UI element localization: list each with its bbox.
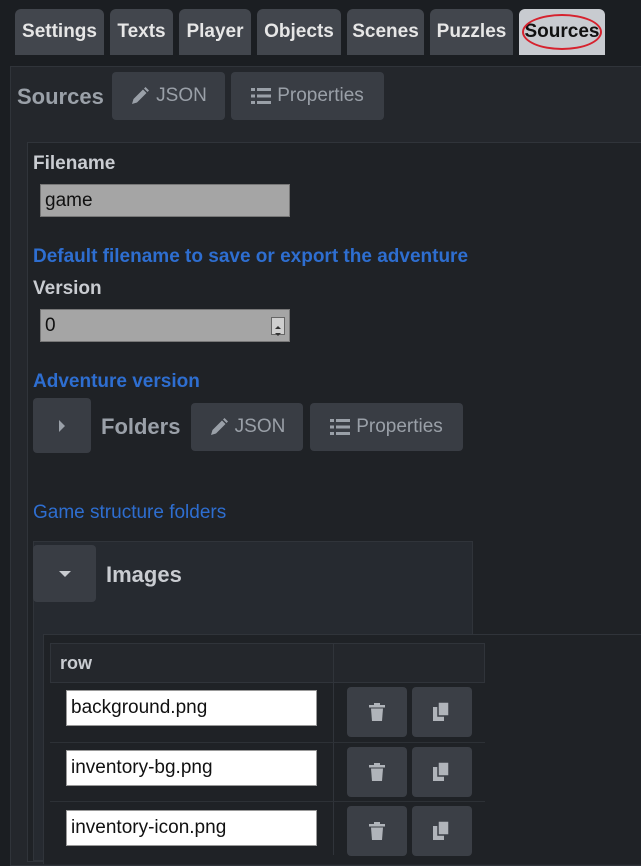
- tab-scenes[interactable]: Scenes: [347, 9, 424, 55]
- row-divider: [50, 801, 485, 802]
- caret-down-icon: [58, 570, 71, 577]
- column-header-row: row: [60, 653, 93, 673]
- tab-label: Sources: [524, 21, 600, 42]
- pencil-icon: [210, 418, 228, 435]
- image-row-input[interactable]: inventory-icon.png: [66, 810, 317, 846]
- copy-icon: [433, 762, 450, 781]
- copy-row-button[interactable]: [412, 687, 472, 737]
- tab-label: Scenes: [352, 21, 419, 42]
- folders-help: Game structure folders: [33, 502, 227, 523]
- caret-right-icon: [59, 419, 65, 432]
- sources-properties-button[interactable]: Properties: [231, 72, 384, 120]
- row-divider: [50, 742, 485, 743]
- sources-json-button[interactable]: JSON: [112, 72, 225, 120]
- copy-row-button[interactable]: [412, 806, 472, 856]
- properties-label: Properties: [356, 416, 443, 437]
- folders-expand-button[interactable]: [33, 398, 91, 453]
- version-input[interactable]: 0: [40, 309, 290, 342]
- filename-label: Filename: [33, 153, 116, 174]
- tab-objects[interactable]: Objects: [257, 9, 341, 55]
- trash-icon: [369, 763, 385, 781]
- version-value: 0: [45, 315, 56, 336]
- spinner-control[interactable]: [271, 317, 285, 336]
- delete-row-button[interactable]: [347, 687, 407, 737]
- copy-row-button[interactable]: [412, 747, 472, 797]
- version-label: Version: [33, 278, 102, 299]
- tab-settings[interactable]: Settings: [15, 9, 104, 55]
- images-collapse-button[interactable]: [33, 545, 96, 602]
- tab-sources[interactable]: Sources: [519, 9, 605, 55]
- image-row-input[interactable]: background.png: [66, 690, 317, 726]
- tab-puzzles[interactable]: Puzzles: [430, 9, 513, 55]
- column-divider: [333, 643, 334, 855]
- filename-help: Default filename to save or export the a…: [33, 246, 469, 267]
- version-help: Adventure version: [33, 371, 200, 392]
- properties-label: Properties: [277, 85, 364, 106]
- tab-player[interactable]: Player: [179, 9, 251, 55]
- folders-title: Folders: [101, 414, 181, 439]
- tab-label: Objects: [264, 21, 334, 42]
- delete-row-button[interactable]: [347, 747, 407, 797]
- json-label: JSON: [234, 416, 286, 437]
- json-label: JSON: [156, 85, 207, 106]
- tab-label: Texts: [117, 21, 166, 42]
- copy-icon: [433, 821, 450, 840]
- folders-properties-button[interactable]: Properties: [310, 403, 463, 451]
- list-icon: [251, 88, 272, 104]
- images-title: Images: [106, 562, 182, 587]
- delete-row-button[interactable]: [347, 806, 407, 856]
- image-row-input[interactable]: inventory-bg.png: [66, 750, 317, 786]
- tab-label: Puzzles: [436, 21, 507, 42]
- list-icon: [330, 419, 351, 435]
- sources-title: Sources: [17, 84, 104, 109]
- filename-input[interactable]: game: [40, 184, 290, 217]
- table-header-row: [50, 643, 485, 683]
- pencil-icon: [132, 87, 150, 104]
- tab-label: Player: [186, 21, 244, 42]
- spinner-arrows-icon: [275, 326, 281, 336]
- trash-icon: [369, 703, 385, 721]
- folders-json-button[interactable]: JSON: [191, 403, 303, 451]
- trash-icon: [369, 822, 385, 840]
- tab-label: Settings: [22, 21, 97, 42]
- tab-texts[interactable]: Texts: [110, 9, 173, 55]
- copy-icon: [433, 702, 450, 721]
